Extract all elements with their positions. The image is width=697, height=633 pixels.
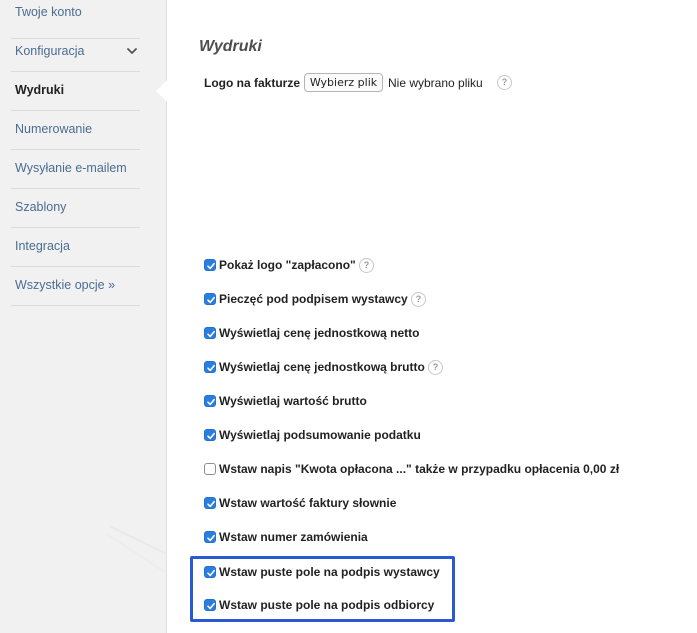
checkbox-checked[interactable]	[204, 429, 216, 441]
option-label[interactable]: Wstaw puste pole na podpis odbiorcy	[219, 598, 434, 612]
sidebar: Twoje konto Konfiguracja Wydruki Numerow…	[0, 0, 167, 633]
page-title: Wydruki	[199, 38, 262, 55]
help-icon[interactable]: ?	[359, 258, 374, 273]
option-label[interactable]: Wyświetlaj wartość brutto	[219, 394, 367, 408]
main-content: Wydruki Logo na fakturze Wybierz plik Ni…	[167, 0, 697, 633]
sidebar-item-label: Numerowanie	[15, 122, 93, 136]
option-label[interactable]: Wstaw wartość faktury słownie	[219, 496, 396, 510]
sidebar-item-wydruki[interactable]: Wydruki	[11, 72, 140, 111]
sidebar-item-integracja[interactable]: Integracja	[11, 228, 140, 267]
help-icon[interactable]: ?	[411, 292, 426, 307]
checkbox-checked[interactable]	[204, 566, 216, 578]
help-icon[interactable]: ?	[428, 360, 443, 375]
sidebar-item-numerowanie[interactable]: Numerowanie	[11, 111, 140, 150]
checkbox-checked[interactable]	[204, 497, 216, 509]
option-label[interactable]: Wstaw napis "Kwota opłacona ..." także w…	[219, 462, 619, 476]
sidebar-item-label: Wysyłanie e-mailem	[15, 161, 127, 175]
checkbox-checked[interactable]	[204, 395, 216, 407]
sidebar-item-label: Wydruki	[15, 83, 65, 97]
option-label[interactable]: Wstaw numer zamówienia	[219, 530, 368, 544]
checkbox-checked[interactable]	[204, 599, 216, 611]
option-label[interactable]: Pokaż logo "zapłacono"	[219, 258, 356, 272]
option-label[interactable]: Wyświetlaj cenę jednostkową brutto	[219, 360, 425, 374]
sidebar-item-szablony[interactable]: Szablony	[11, 189, 140, 228]
chevron-down-icon[interactable]	[126, 45, 138, 57]
logo-label: Logo na fakturze	[204, 76, 301, 90]
sidebar-item-label: Wszystkie opcje »	[15, 278, 116, 292]
checkbox-checked[interactable]	[204, 259, 216, 271]
sidebar-item-label: Twoje konto	[15, 5, 82, 19]
choose-file-button[interactable]: Wybierz plik	[304, 73, 383, 92]
file-status-text: Nie wybrano pliku	[388, 76, 483, 90]
checkbox-checked[interactable]	[204, 531, 216, 543]
help-icon[interactable]: ?	[497, 75, 512, 90]
active-item-pointer	[156, 80, 167, 102]
sidebar-item-wysylanie-e-mailem[interactable]: Wysyłanie e-mailem	[11, 150, 140, 189]
option-label[interactable]: Pieczęć pod podpisem wystawcy	[219, 292, 408, 306]
checkbox-checked[interactable]	[204, 361, 216, 373]
option-label[interactable]: Wyświetlaj cenę jednostkową netto	[219, 326, 420, 340]
sidebar-item-label: Szablony	[15, 200, 67, 214]
checkbox-checked[interactable]	[204, 327, 216, 339]
sidebar-item-wszystkie-opcje[interactable]: Wszystkie opcje »	[11, 267, 140, 306]
option-label[interactable]: Wyświetlaj podsumowanie podatku	[219, 428, 421, 442]
option-label[interactable]: Wstaw puste pole na podpis wystawcy	[219, 565, 440, 579]
checkbox-unchecked[interactable]	[204, 463, 216, 475]
checkbox-checked[interactable]	[204, 293, 216, 305]
sidebar-item-label: Konfiguracja	[15, 44, 85, 58]
sidebar-item-label: Integracja	[15, 239, 70, 253]
sidebar-item-konfiguracja[interactable]: Konfiguracja	[11, 33, 140, 72]
